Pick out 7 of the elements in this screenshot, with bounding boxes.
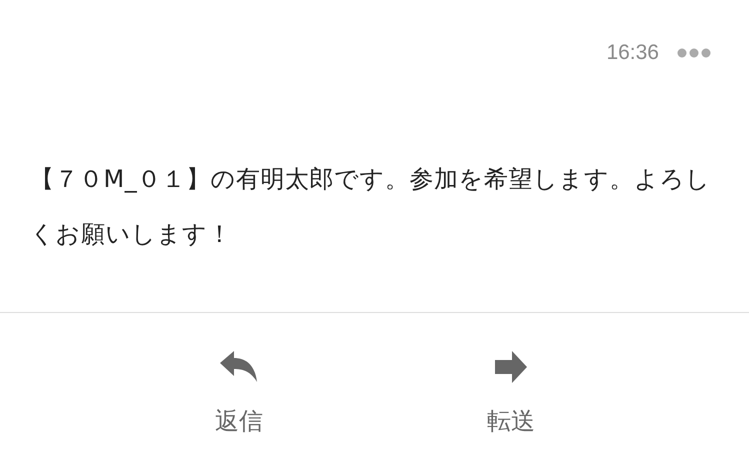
reply-button[interactable]: 返信 xyxy=(168,313,310,473)
reply-icon xyxy=(220,351,258,383)
forward-icon xyxy=(495,351,527,383)
more-icon[interactable] xyxy=(677,48,711,58)
message-body: 【７０M_０１】の有明太郎です。参加を希望します。よろしくお願いします！ xyxy=(30,164,712,250)
forward-button[interactable]: 転送 xyxy=(440,313,582,473)
message-time: 16:36 xyxy=(606,41,659,65)
